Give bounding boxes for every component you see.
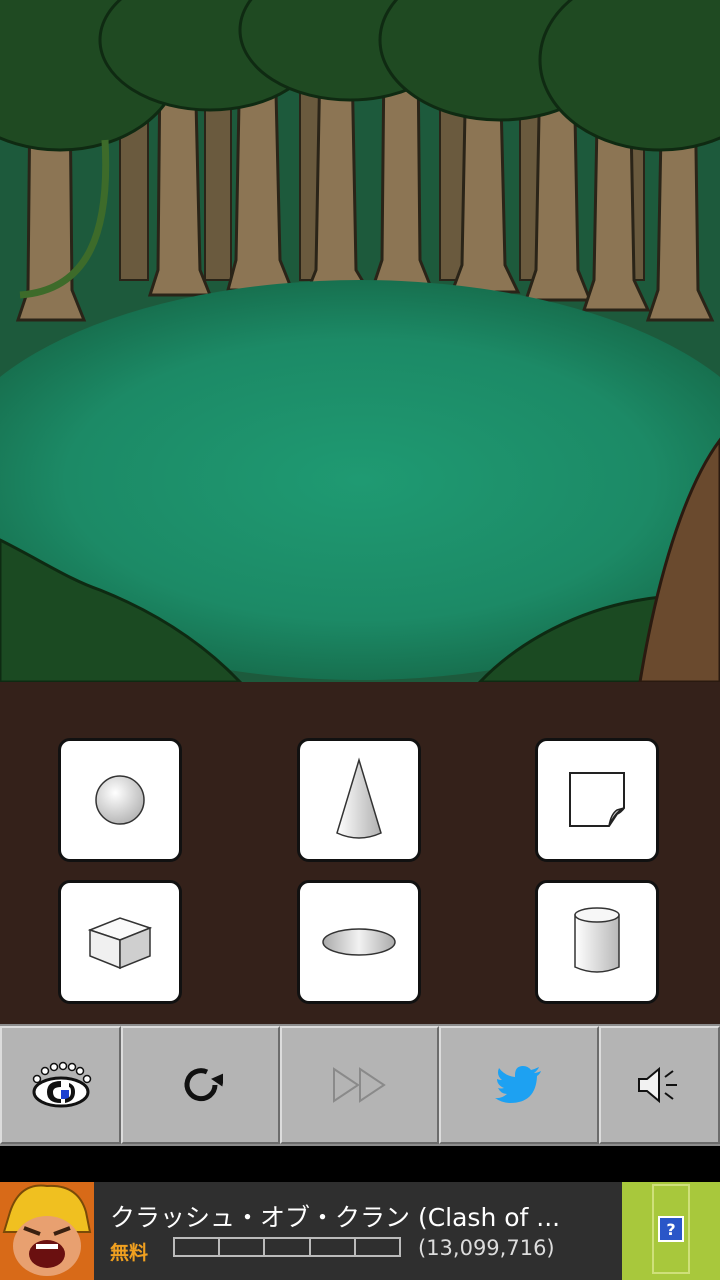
ad-banner[interactable]: クラッシュ・オブ・クラン (Clash of ... 無料 (13,099,71… — [0, 1182, 720, 1280]
star-slot — [356, 1239, 399, 1255]
toolbar — [0, 1024, 720, 1146]
skip-button[interactable] — [280, 1026, 439, 1144]
spacer — [0, 1146, 720, 1182]
cylinder-icon — [574, 907, 620, 973]
twitter-button[interactable] — [439, 1026, 599, 1144]
ad-title[interactable]: クラッシュ・オブ・クラン (Clash of ... — [110, 1198, 590, 1234]
clash-of-clans-icon — [0, 1182, 94, 1280]
item-paper[interactable] — [535, 738, 659, 862]
item-cone[interactable] — [297, 738, 421, 862]
eye-logo-icon — [32, 1061, 91, 1108]
disc-icon — [322, 928, 396, 956]
cone-icon — [336, 757, 382, 839]
ad-info-button[interactable]: ? — [652, 1184, 690, 1274]
cube-icon — [87, 917, 153, 970]
app-icon[interactable] — [0, 1182, 94, 1280]
star-slot — [220, 1239, 266, 1255]
paper-icon — [569, 772, 625, 827]
star-slot — [175, 1239, 221, 1255]
item-cylinder[interactable] — [535, 880, 659, 1004]
star-slot — [311, 1239, 356, 1255]
rating-count: (13,099,716) — [418, 1236, 555, 1260]
rating-stars — [173, 1237, 401, 1257]
logo-button[interactable] — [0, 1026, 121, 1144]
restart-icon — [184, 1068, 223, 1102]
item-cube[interactable] — [58, 880, 182, 1004]
restart-button[interactable] — [121, 1026, 280, 1144]
item-disc[interactable] — [297, 880, 421, 1004]
forest-background — [0, 0, 720, 682]
twitter-bird-icon — [495, 1066, 541, 1103]
game-scene[interactable] — [0, 0, 720, 682]
inventory-panel — [0, 682, 720, 1024]
fast-forward-icon — [332, 1067, 386, 1103]
sound-button[interactable] — [599, 1026, 720, 1144]
ad-price: 無料 — [110, 1242, 149, 1264]
question-icon: ? — [658, 1216, 684, 1242]
item-sphere[interactable] — [58, 738, 182, 862]
sphere-icon — [95, 775, 145, 825]
speaker-icon — [637, 1066, 677, 1104]
star-slot — [265, 1239, 311, 1255]
